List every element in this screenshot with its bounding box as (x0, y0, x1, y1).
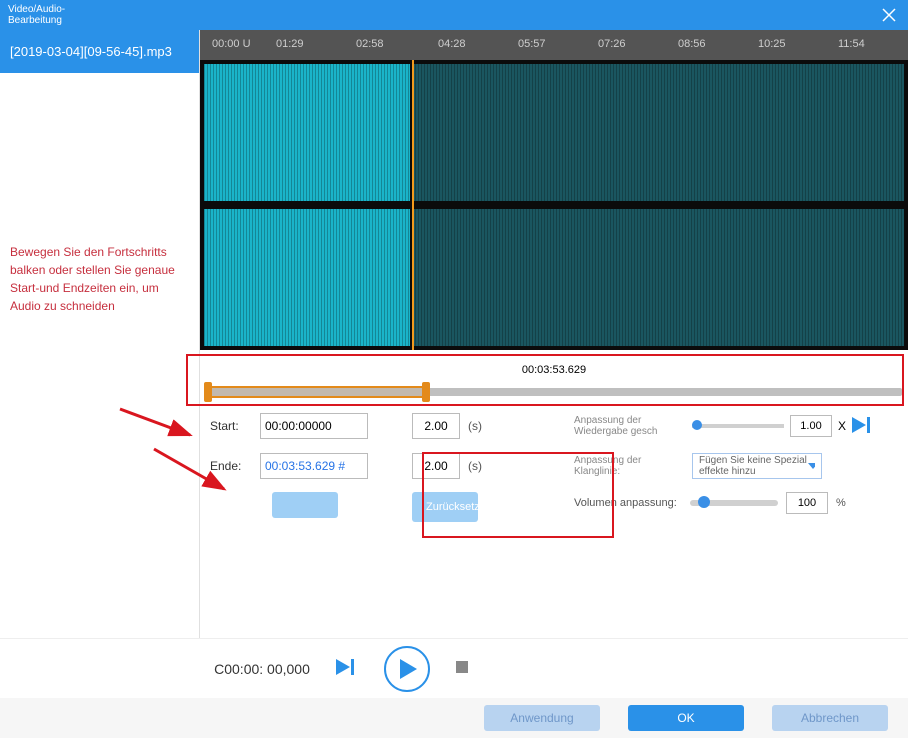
tick: 07:26 (598, 38, 626, 50)
close-button[interactable] (882, 8, 896, 25)
waveform-display[interactable] (200, 60, 908, 350)
timeline-ruler[interactable]: 00:00 U 01:29 02:58 04:28 05:57 07:26 08… (200, 30, 908, 60)
volume-value[interactable] (786, 492, 828, 514)
tick: 11:54 (838, 38, 865, 50)
play-to-end-button[interactable] (336, 659, 358, 678)
tick: 10:25 (758, 38, 786, 50)
volume-label: Volumen anpassung: (574, 497, 682, 509)
transport-bar: C00:00: 00,000 (0, 638, 908, 698)
sidebar: [2019-03-04][09-56-45].mp3 Bewegen Sie d… (0, 30, 200, 638)
start-label: Start: (210, 419, 252, 433)
apply-button[interactable]: Anwendung (484, 705, 600, 731)
fade-out-input[interactable] (412, 453, 460, 479)
footer: Anwendung OK Abbrechen (0, 698, 908, 738)
dropdown-value: Fügen Sie keine Spezial effekte hinzu (699, 455, 808, 477)
range-selection[interactable] (206, 386, 426, 398)
play-skip-icon (336, 659, 358, 675)
annotation-box (186, 354, 904, 406)
controls: Start: Ende: (s) (s) (200, 402, 908, 522)
sound-effect-dropdown[interactable]: Fügen Sie keine Spezial effekte hinzu (692, 453, 822, 479)
tick: 01:29 (276, 38, 304, 50)
current-time: C00:00: 00,000 (214, 661, 310, 677)
end-input[interactable] (260, 453, 368, 479)
tick: 00:00 U (212, 38, 251, 50)
title-bar: Video/Audio-Bearbeitung (0, 0, 908, 30)
end-label: Ende: (210, 459, 252, 473)
playhead[interactable] (412, 60, 414, 350)
tick: 08:56 (678, 38, 706, 50)
apply-cut-button[interactable] (272, 492, 338, 518)
window-title: Video/Audio-Bearbeitung (8, 4, 98, 26)
cancel-button[interactable]: Abbrechen (772, 705, 888, 731)
tick: 04:28 (438, 38, 466, 50)
stop-button[interactable] (456, 661, 468, 676)
selection-time-label: 00:03:53.629 (518, 364, 590, 376)
start-input[interactable] (260, 413, 368, 439)
play-icon (397, 659, 417, 679)
hint-text: Bewegen Sie den Fortschritts balken oder… (0, 73, 199, 315)
fade-in-input[interactable] (412, 413, 460, 439)
reset-button[interactable]: Zurücksetzen (412, 492, 478, 522)
fade-in-unit: (s) (468, 419, 482, 433)
speed-value[interactable] (790, 415, 832, 437)
main-area: [2019-03-04][09-56-45].mp3 Bewegen Sie d… (0, 30, 908, 638)
editor-panel: 00:00 U 01:29 02:58 04:28 05:57 07:26 08… (200, 30, 908, 638)
ok-button[interactable]: OK (628, 705, 744, 731)
close-icon (882, 8, 896, 22)
range-handle-end[interactable] (422, 382, 430, 402)
play-button[interactable] (384, 646, 430, 692)
playback-speed-label: Anpassung der Wiedergabe gesch (574, 415, 686, 437)
range-selector: 00:03:53.629 (200, 350, 908, 402)
range-handle-start[interactable] (204, 382, 212, 402)
speed-suffix: X (838, 419, 846, 433)
volume-slider[interactable] (690, 500, 778, 506)
range-track[interactable] (206, 388, 902, 396)
fade-out-unit: (s) (468, 459, 482, 473)
tick: 02:58 (356, 38, 384, 50)
sound-effect-label: Anpassung der Klanglinie: (574, 455, 686, 477)
tick: 05:57 (518, 38, 546, 50)
preview-speed-button[interactable] (852, 417, 874, 436)
stop-icon (456, 661, 468, 673)
play-icon (852, 417, 874, 433)
chevron-down-icon (808, 463, 815, 469)
file-list-item[interactable]: [2019-03-04][09-56-45].mp3 (0, 30, 199, 73)
speed-slider[interactable] (692, 424, 784, 428)
volume-suffix: % (836, 497, 846, 509)
